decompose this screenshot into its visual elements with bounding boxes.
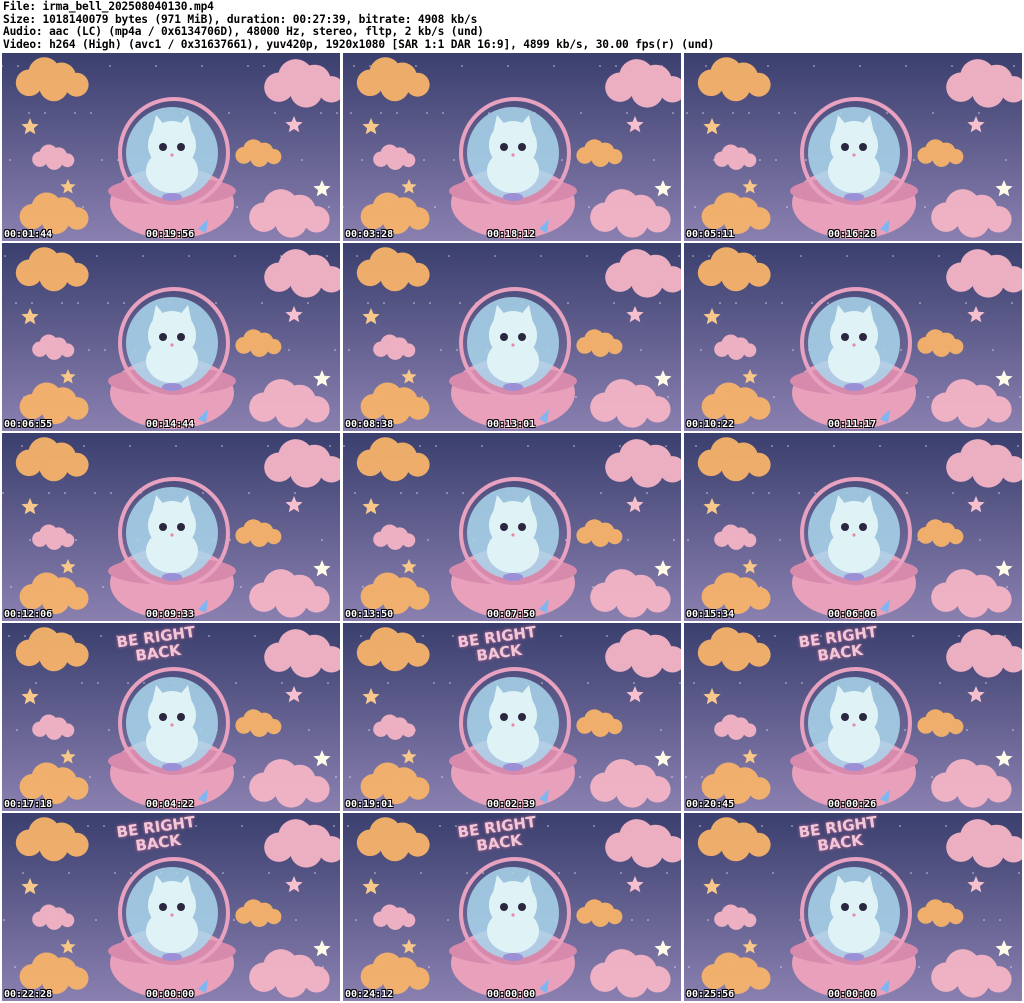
elapsed-timestamp: 00:15:34 xyxy=(686,609,735,620)
remaining-timestamp: 00:02:39 xyxy=(487,799,536,810)
remaining-timestamp: 00:19:56 xyxy=(146,229,195,240)
thumbnail-grid: 00:01:44 00:19:56 00:03:28 00:18:12 00:05:11… xyxy=(2,53,1022,1001)
remaining-timestamp: 00:06:06 xyxy=(828,609,877,620)
elapsed-timestamp: 00:06:55 xyxy=(4,419,53,430)
frame-image xyxy=(684,53,1022,241)
frame-thumbnail: 00:01:44 00:19:56 xyxy=(2,53,340,241)
frame-thumbnail: 00:13:50 00:07:50 xyxy=(343,433,681,621)
elapsed-timestamp: 00:17:18 xyxy=(4,799,53,810)
elapsed-timestamp: 00:25:56 xyxy=(686,989,735,1000)
frame-image xyxy=(2,243,340,431)
elapsed-timestamp: 00:12:06 xyxy=(4,609,53,620)
frame-thumbnail: 00:15:34 00:06:06 xyxy=(684,433,1022,621)
frame-thumbnail: 00:12:06 00:09:33 xyxy=(2,433,340,621)
remaining-timestamp: 00:16:28 xyxy=(828,229,877,240)
audio-info-line: Audio: aac (LC) (mp4a / 0x6134706D), 480… xyxy=(3,25,484,39)
remaining-timestamp: 00:00:00 xyxy=(828,989,877,1000)
remaining-timestamp: 00:00:26 xyxy=(828,799,877,810)
frame-image xyxy=(684,433,1022,621)
remaining-timestamp: 00:00:00 xyxy=(146,989,195,1000)
remaining-timestamp: 00:07:50 xyxy=(487,609,536,620)
frame-thumbnail: BE RIGHT BACK 00:24:12 00:00:00 xyxy=(343,813,681,1001)
remaining-timestamp: 00:13:01 xyxy=(487,419,536,430)
elapsed-timestamp: 00:03:28 xyxy=(345,229,394,240)
frame-image xyxy=(343,53,681,241)
frame-thumbnail: BE RIGHT BACK 00:20:45 00:00:26 xyxy=(684,623,1022,811)
remaining-timestamp: 00:04:22 xyxy=(146,799,195,810)
elapsed-timestamp: 00:22:28 xyxy=(4,989,53,1000)
file-name-line: File: irma_bell_202508040130.mp4 xyxy=(3,0,214,13)
elapsed-timestamp: 00:08:38 xyxy=(345,419,394,430)
frame-thumbnail: 00:06:55 00:14:44 xyxy=(2,243,340,431)
elapsed-timestamp: 00:19:01 xyxy=(345,799,394,810)
elapsed-timestamp: 00:10:22 xyxy=(686,419,735,430)
frame-thumbnail: BE RIGHT BACK 00:22:28 00:00:00 xyxy=(2,813,340,1001)
remaining-timestamp: 00:14:44 xyxy=(146,419,195,430)
remaining-timestamp: 00:11:17 xyxy=(828,419,877,430)
frame-thumbnail: 00:08:38 00:13:01 xyxy=(343,243,681,431)
elapsed-timestamp: 00:20:45 xyxy=(686,799,735,810)
frame-thumbnail: 00:10:22 00:11:17 xyxy=(684,243,1022,431)
remaining-timestamp: 00:18:12 xyxy=(487,229,536,240)
frame-thumbnail: BE RIGHT BACK 00:19:01 00:02:39 xyxy=(343,623,681,811)
frame-thumbnail: 00:05:11 00:16:28 xyxy=(684,53,1022,241)
elapsed-timestamp: 00:24:12 xyxy=(345,989,394,1000)
remaining-timestamp: 00:09:33 xyxy=(146,609,195,620)
elapsed-timestamp: 00:05:11 xyxy=(686,229,735,240)
frame-thumbnail: 00:03:28 00:18:12 xyxy=(343,53,681,241)
frame-image xyxy=(2,53,340,241)
elapsed-timestamp: 00:01:44 xyxy=(4,229,53,240)
file-info-header: File: irma_bell_202508040130.mp4 Size: 1… xyxy=(3,0,1021,51)
frame-image xyxy=(2,433,340,621)
frame-image xyxy=(684,243,1022,431)
frame-thumbnail: BE RIGHT BACK 00:17:18 00:04:22 xyxy=(2,623,340,811)
frame-image xyxy=(343,433,681,621)
remaining-timestamp: 00:00:00 xyxy=(487,989,536,1000)
frame-image xyxy=(343,243,681,431)
frame-thumbnail: BE RIGHT BACK 00:25:56 00:00:00 xyxy=(684,813,1022,1001)
elapsed-timestamp: 00:13:50 xyxy=(345,609,394,620)
video-info-line: Video: h264 (High) (avc1 / 0x31637661), … xyxy=(3,37,715,51)
